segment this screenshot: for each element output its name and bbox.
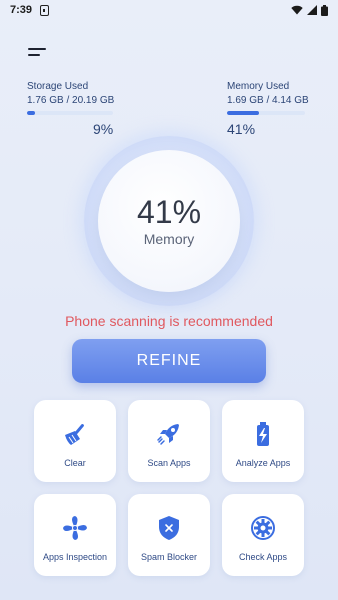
recommendation-text: Phone scanning is recommended bbox=[65, 313, 273, 329]
tile-apps-inspection[interactable]: Apps Inspection bbox=[34, 494, 116, 576]
memory-progress-bar bbox=[227, 111, 305, 115]
rocket-icon bbox=[155, 420, 183, 448]
memory-stat: Memory Used 1.69 GB / 4.14 GB 41% bbox=[227, 81, 311, 137]
tile-label: Spam Blocker bbox=[140, 552, 198, 562]
memory-progress-fill bbox=[227, 111, 259, 115]
gauge-label: Memory bbox=[143, 231, 195, 247]
tile-spam-blocker[interactable]: Spam Blocker bbox=[128, 494, 210, 576]
fan-icon bbox=[61, 514, 89, 542]
tile-label: Analyze Apps bbox=[235, 458, 291, 468]
storage-title: Storage Used bbox=[27, 81, 89, 92]
battery-charging-icon bbox=[249, 420, 277, 448]
shield-x-icon bbox=[155, 514, 183, 542]
tile-scan-apps[interactable]: Scan Apps bbox=[128, 400, 210, 482]
menu-icon[interactable] bbox=[28, 48, 48, 60]
status-time: 7:39 bbox=[10, 4, 33, 16]
wifi-icon bbox=[291, 5, 303, 15]
memory-title: Memory Used bbox=[227, 81, 290, 92]
sim-card-icon bbox=[40, 4, 50, 16]
memory-gauge-center: 41% Memory bbox=[98, 150, 240, 292]
status-icons bbox=[291, 4, 328, 16]
storage-value: 1.76 GB / 20.19 GB bbox=[27, 95, 115, 106]
tile-label: Scan Apps bbox=[147, 458, 191, 468]
battery-icon bbox=[321, 4, 328, 16]
tile-clear[interactable]: Clear bbox=[34, 400, 116, 482]
tile-label: Apps Inspection bbox=[42, 552, 108, 562]
refine-button[interactable]: REFINE bbox=[72, 339, 266, 383]
tile-analyze-apps[interactable]: Analyze Apps bbox=[222, 400, 304, 482]
tile-label: Clear bbox=[64, 458, 86, 468]
storage-progress-fill bbox=[27, 111, 35, 115]
memory-value: 1.69 GB / 4.14 GB bbox=[227, 95, 309, 106]
broom-icon bbox=[61, 420, 89, 448]
memory-percent: 41% bbox=[227, 121, 256, 137]
status-bar: 7:39 bbox=[0, 0, 338, 20]
tile-label: Check Apps bbox=[238, 552, 288, 562]
tile-check-apps[interactable]: Check Apps bbox=[222, 494, 304, 576]
signal-icon bbox=[307, 5, 317, 15]
gauge-value: 41% bbox=[136, 194, 202, 230]
memory-gauge: 41% Memory bbox=[84, 136, 254, 306]
storage-stat: Storage Used 1.76 GB / 20.19 GB 9% bbox=[27, 81, 115, 137]
storage-percent: 9% bbox=[93, 121, 114, 137]
gear-icon bbox=[249, 514, 277, 542]
storage-progress-bar bbox=[27, 111, 113, 115]
